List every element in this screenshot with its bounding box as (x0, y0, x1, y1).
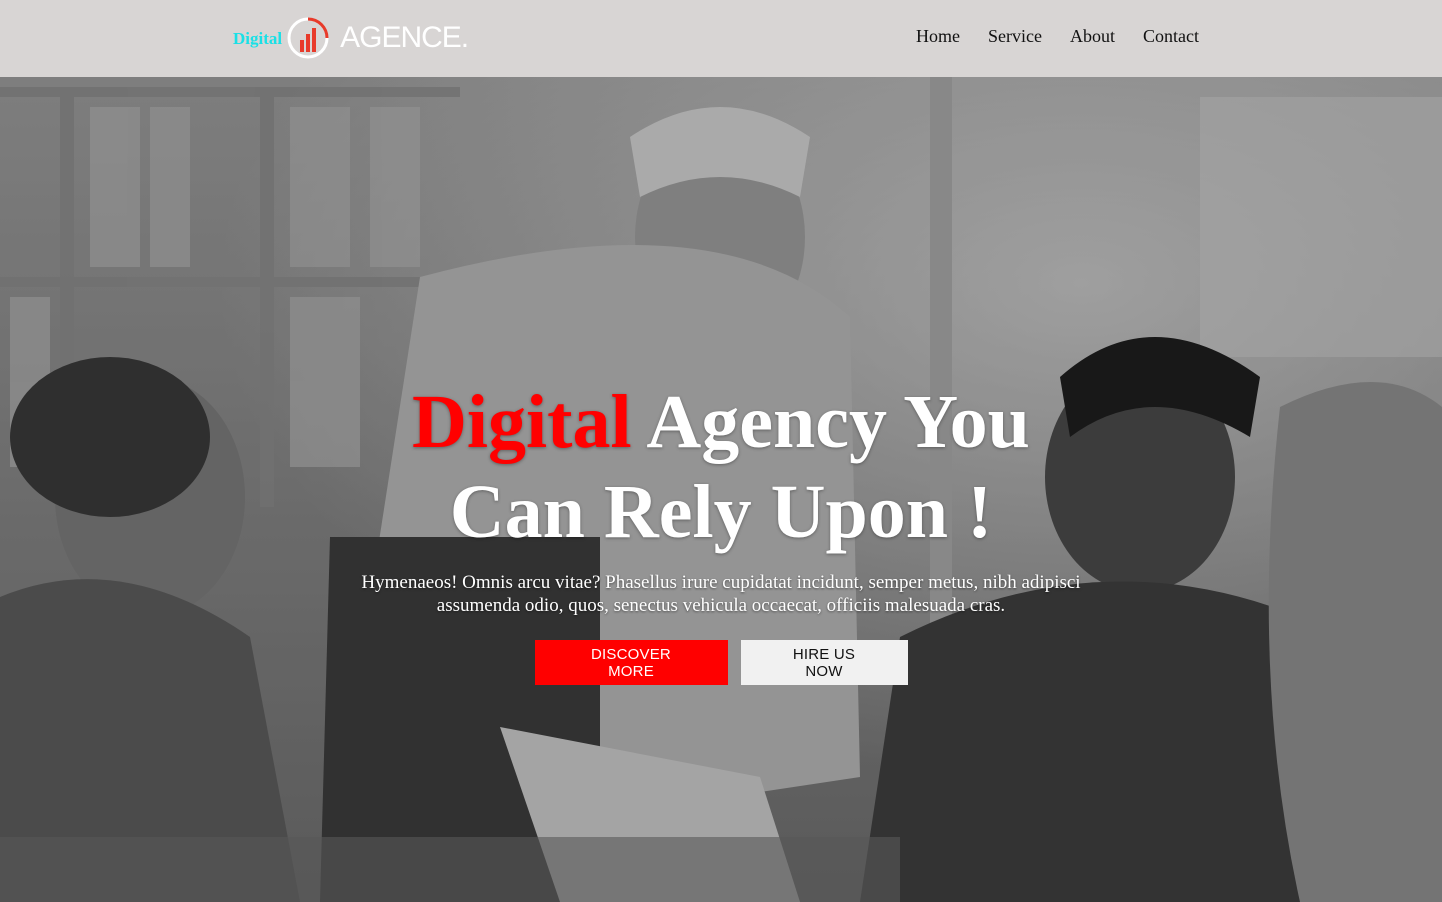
discover-more-button[interactable]: DISCOVER MORE (534, 640, 728, 685)
hero-subtext: Hymenaeos! Omnis arcu vitae? Phasellus i… (361, 572, 1081, 616)
hero-content: Digital Agency You Can Rely Upon ! Hymen… (0, 77, 1442, 902)
site-header: Digital AGENCE. Home Service About Conta… (0, 0, 1442, 77)
main-nav: Home Service About Contact (916, 26, 1199, 47)
hero-headline: Digital Agency You Can Rely Upon ! (341, 377, 1101, 557)
nav-link-home[interactable]: Home (916, 26, 960, 47)
brand-small-text: Digital (233, 29, 283, 48)
brand-name: AGENCE. (340, 21, 469, 54)
bar-chart-circle-icon (287, 17, 329, 59)
nav-link-contact[interactable]: Contact (1143, 26, 1199, 47)
headline-accent: Digital (412, 380, 632, 464)
nav-link-about[interactable]: About (1070, 26, 1115, 47)
nav-link-service[interactable]: Service (988, 26, 1042, 47)
brand[interactable]: Digital AGENCE. (233, 14, 469, 62)
hire-us-now-button[interactable]: HIRE US NOW (740, 640, 908, 685)
hero-buttons: DISCOVER MORE HIRE US NOW (534, 640, 908, 685)
hero-section: Digital Agency You Can Rely Upon ! Hymen… (0, 77, 1442, 902)
